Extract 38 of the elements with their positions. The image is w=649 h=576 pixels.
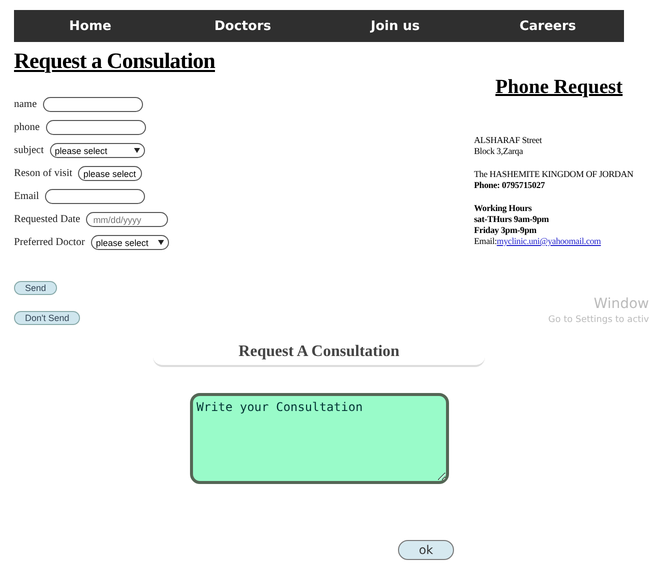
activation-hint: Go to Settings to activ <box>548 315 649 325</box>
activation-watermark: Window <box>594 296 649 312</box>
date-field[interactable]: mm/dd/yyyy <box>86 212 168 227</box>
contact-text: Friday 3pm-9pm <box>474 225 538 236</box>
nav-link[interactable]: Home <box>14 18 166 34</box>
page-title: Request a Consulation <box>14 48 215 74</box>
email-link[interactable]: myclinic.uni@yahoomail.com <box>496 236 601 246</box>
field-label: subject <box>14 145 44 156</box>
caret-icon <box>134 148 140 153</box>
contact-text: ALSHARAF Street <box>474 135 543 146</box>
text-field[interactable] <box>42 97 143 112</box>
select-field[interactable]: please select <box>78 166 142 181</box>
send-button[interactable]: Send <box>14 281 58 295</box>
contact-text: Working Hours <box>474 203 533 214</box>
contact-text: Phone: 0795715027 <box>474 180 546 191</box>
field-label: phone <box>14 122 40 133</box>
select-field[interactable]: please select <box>50 143 145 158</box>
text-field[interactable] <box>45 189 146 204</box>
contact-text: sat-THurs 9am-9pm <box>474 214 550 225</box>
contact-text: Block 3,Zarqa <box>474 146 524 157</box>
field-label: Requested Date <box>14 214 80 225</box>
contact-text: The HASHEMITE KINGDOM OF JORDAN <box>474 169 634 180</box>
select-field[interactable]: please select <box>90 235 169 250</box>
email-label: Email: <box>474 236 497 246</box>
ok-button[interactable]: ok <box>398 540 454 560</box>
text-field[interactable] <box>46 120 146 135</box>
cancel-button[interactable]: Don't Send <box>14 311 80 325</box>
field-label: Email <box>14 191 40 202</box>
consultation-textarea[interactable]: Write your Consultation <box>190 393 448 484</box>
section-title: Phone Request <box>495 76 623 99</box>
nav-link[interactable]: Doctors <box>166 18 319 34</box>
field-label: Reson of visit <box>14 168 72 179</box>
section-heading: Request A Consultation <box>153 343 485 367</box>
caret-icon <box>158 240 164 245</box>
field-label: name <box>14 99 37 110</box>
nav-link[interactable]: Join us <box>319 18 472 34</box>
nav-link[interactable]: Careers <box>472 18 624 34</box>
field-label: Preferred Doctor <box>14 237 85 248</box>
